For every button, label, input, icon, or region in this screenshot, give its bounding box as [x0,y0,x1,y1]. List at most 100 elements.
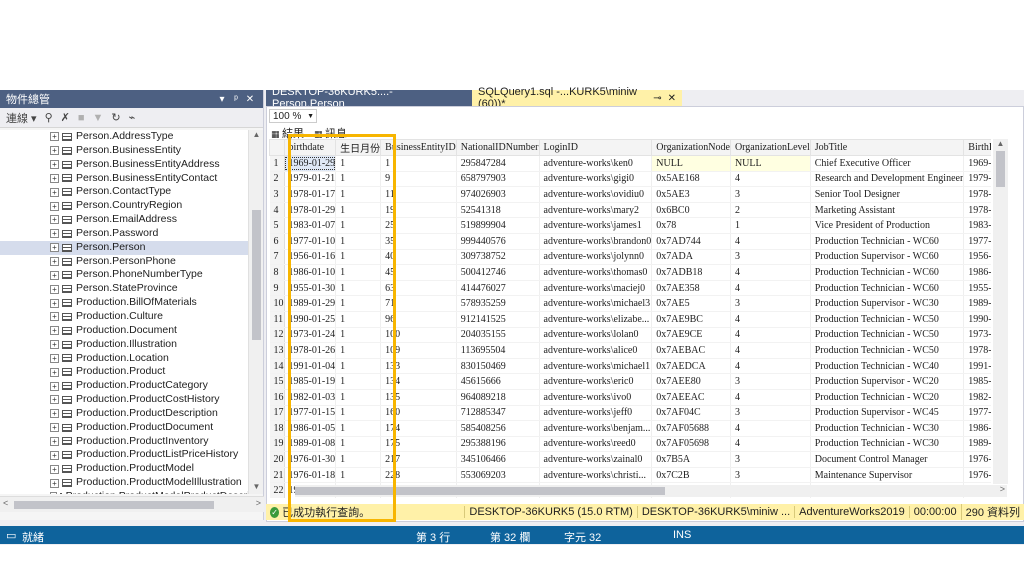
table-cell[interactable]: 1 [335,249,382,266]
scroll-down-icon[interactable]: ▼ [249,482,264,491]
table-cell[interactable]: 1989-01-29 [963,295,991,312]
expand-icon[interactable]: + [50,243,59,253]
table-cell[interactable]: 133 [380,358,457,375]
table-cell[interactable]: Production Technician - WC50 [810,342,965,359]
table-cell[interactable]: 1986-01-10 [963,264,991,281]
table-cell[interactable]: adventure-works\zainal0 [539,451,653,468]
table-cell[interactable]: 40 [380,249,457,266]
stop-icon[interactable]: ■ [78,112,85,124]
table-cell[interactable]: 1976-01-30 [963,451,991,468]
expand-icon[interactable]: + [50,409,59,419]
table-cell[interactable]: Production Technician - WC60 [810,280,965,297]
table-row[interactable]: 9 1955-01-30 1 63 414476027 adventure-works\m… [269,280,991,297]
table-cell[interactable]: Marketing Assistant [810,202,965,219]
table-cell[interactable]: 174 [380,420,457,437]
expand-icon[interactable]: + [50,146,59,156]
table-cell[interactable]: 1 [335,373,382,390]
table-cell[interactable]: 0x5AE3 [651,186,731,203]
table-cell[interactable]: 712885347 [456,405,540,422]
table-cell[interactable]: 3 [730,405,811,422]
connect-button[interactable]: 連線 ▾ [6,110,37,126]
expand-icon[interactable]: + [50,229,59,239]
table-cell[interactable]: 1990-01-25 [284,311,337,328]
row-number[interactable]: 21 [269,467,285,484]
table-cell[interactable]: Vice President of Production [810,217,965,234]
table-cell[interactable]: 175 [380,436,457,453]
expand-icon[interactable]: + [50,326,59,336]
table-cell[interactable]: 974026903 [456,186,540,203]
table-cell[interactable]: adventure-works\reed0 [539,436,653,453]
table-cell[interactable]: 1989-01-08 [284,436,337,453]
table-cell[interactable]: 4 [730,280,811,297]
table-cell[interactable]: 45615666 [456,373,540,390]
table-row[interactable]: 19 1989-01-08 1 175 295388196 adventure-works… [269,436,991,453]
table-cell[interactable]: 1973-01-24 [284,327,337,344]
expand-icon[interactable]: + [50,492,57,494]
table-cell[interactable]: 309738752 [456,249,540,266]
expand-icon[interactable]: + [50,187,59,197]
table-cell[interactable]: Production Technician - WC40 [810,358,965,375]
table-cell[interactable]: 999440576 [456,233,540,250]
table-cell[interactable]: 1990-01-25 [963,311,991,328]
expand-icon[interactable]: + [50,478,59,488]
table-cell[interactable]: 1985-01-19 [963,373,991,390]
table-cell[interactable]: 1969-01-29 [284,155,337,172]
row-number[interactable]: 7 [269,249,285,266]
table-cell[interactable]: 4 [730,264,811,281]
table-cell[interactable]: adventure-works\michael3 [539,295,653,312]
expand-icon[interactable]: + [50,450,59,460]
table-cell[interactable]: 2 [730,202,811,219]
table-cell[interactable]: 0x7AE9CE [651,327,731,344]
table-cell[interactable]: adventure-works\ovidiu0 [539,186,653,203]
table-cell[interactable]: 228 [380,467,457,484]
table-cell[interactable]: 414476027 [456,280,540,297]
column-header[interactable]: OrganizationNode [651,139,731,156]
close-icon[interactable]: ✕ [243,94,257,105]
tree-item[interactable]: + Person.ContactType [0,185,248,199]
table-cell[interactable]: Production Technician - WC30 [810,420,965,437]
table-cell[interactable]: 1 [335,264,382,281]
tree-item[interactable]: + Production.ProductInventory [0,435,248,449]
expand-icon[interactable]: + [50,312,59,322]
table-cell[interactable]: 134 [380,373,457,390]
table-cell[interactable]: Production Technician - WC50 [810,311,965,328]
table-cell[interactable]: 1978-01-17 [963,186,991,203]
object-explorer-vertical-scrollbar[interactable]: ▲ ▼ [248,130,263,494]
table-cell[interactable]: 4 [730,171,811,188]
table-row[interactable]: 4 1978-01-29 1 19 52541318 adventure-works\ma… [269,202,991,219]
table-cell[interactable]: adventure-works\benjam... [539,420,653,437]
tree-item[interactable]: + Person.EmailAddress [0,213,248,227]
tab-sqlquery1[interactable]: SQLQuery1.sql -...KURK5\miniw (60))* ⊸ ✕ [472,86,682,110]
results-tab[interactable]: 結果 [271,125,304,140]
row-number[interactable]: 14 [269,358,285,375]
table-cell[interactable]: 553069203 [456,467,540,484]
table-cell[interactable]: 1982-01-03 [963,389,991,406]
column-header[interactable]: birthdate [283,139,337,156]
table-cell[interactable]: 1989-01-08 [963,436,991,453]
table-row[interactable]: 14 1991-01-04 1 133 830150469 adventure-works… [269,358,991,375]
table-row[interactable]: 2 1979-01-21 1 9 658797903 adventure-works\gi… [269,171,991,188]
table-cell[interactable]: 830150469 [456,358,540,375]
row-number[interactable]: 19 [269,436,285,453]
row-number[interactable]: 8 [269,264,285,281]
table-cell[interactable]: 1978-01-17 [284,186,337,203]
table-cell[interactable]: 135 [380,389,457,406]
table-cell[interactable]: 1 [335,342,382,359]
table-cell[interactable]: 4 [730,311,811,328]
table-cell[interactable]: 295388196 [456,436,540,453]
table-cell[interactable]: 0x7AD744 [651,233,731,250]
disconnect-icon[interactable]: ✗ [61,111,70,124]
table-cell[interactable]: 1 [335,358,382,375]
table-cell[interactable]: adventure-works\lolan0 [539,327,653,344]
table-row[interactable]: 16 1982-01-03 1 135 964089218 adventure-works… [269,389,991,406]
table-cell[interactable]: adventure-works\eric0 [539,373,653,390]
filter-icon[interactable]: ▼ [93,112,104,124]
tree-item[interactable]: + Production.ProductListPriceHistory [0,448,248,462]
table-cell[interactable]: 4 [730,436,811,453]
table-cell[interactable]: 1 [380,155,457,172]
tree-item[interactable]: + Person.PersonPhone [0,255,248,269]
table-row[interactable]: 17 1977-01-15 1 160 712885347 adventure-works… [269,405,991,422]
tree-item[interactable]: + Person.BusinessEntityAddress [0,158,248,172]
scroll-thumb[interactable] [996,151,1005,187]
table-cell[interactable]: adventure-works\jolynn0 [539,249,653,266]
